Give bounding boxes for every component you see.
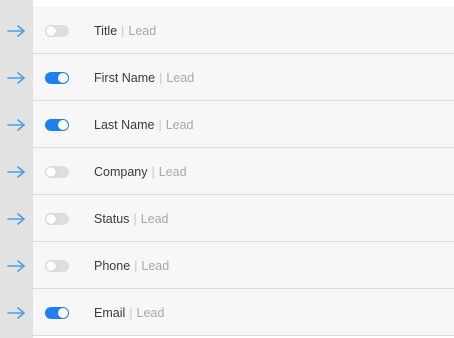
field-row: Company | Lead xyxy=(0,148,454,195)
arrow-right-icon[interactable] xyxy=(6,306,28,320)
field-row: Title | Lead xyxy=(0,7,454,54)
field-label: Phone | Lead xyxy=(94,259,169,273)
field-toggle[interactable] xyxy=(45,24,69,37)
field-row-content: Title | Lead xyxy=(33,7,454,54)
label-separator: | xyxy=(151,164,155,179)
field-row-content: Email | Lead xyxy=(33,289,454,336)
field-row: First Name | Lead xyxy=(0,54,454,101)
label-separator: | xyxy=(134,258,138,273)
arrow-right-icon[interactable] xyxy=(6,24,28,38)
toggle-knob xyxy=(46,260,56,271)
field-row: Last Name | Lead xyxy=(0,101,454,148)
field-toggle[interactable] xyxy=(45,212,69,225)
field-name: Email xyxy=(94,305,126,320)
toggle-knob xyxy=(58,307,68,318)
field-row-content: Last Name | Lead xyxy=(33,101,454,148)
object-name: Lead xyxy=(141,258,170,273)
field-row-content: First Name | Lead xyxy=(33,54,454,101)
field-name: First Name xyxy=(94,70,156,85)
field-toggle[interactable] xyxy=(45,259,69,272)
field-name: Title xyxy=(94,23,118,38)
object-name: Lead xyxy=(140,211,169,226)
field-toggle[interactable] xyxy=(45,306,69,319)
field-row: Email | Lead xyxy=(0,289,454,336)
arrow-right-icon[interactable] xyxy=(6,165,28,179)
arrow-right-icon[interactable] xyxy=(6,71,28,85)
field-label: Last Name | Lead xyxy=(94,118,194,132)
toggle-knob xyxy=(46,213,56,224)
field-row-content: Company | Lead xyxy=(33,148,454,195)
toggle-knob xyxy=(46,166,56,177)
object-name: Lead xyxy=(128,23,157,38)
field-row-content: Phone | Lead xyxy=(33,242,454,289)
field-toggle[interactable] xyxy=(45,118,69,131)
field-name: Status xyxy=(94,211,130,226)
field-label: Title | Lead xyxy=(94,24,156,38)
field-row: Phone | Lead xyxy=(0,242,454,289)
label-separator: | xyxy=(159,70,163,85)
object-name: Lead xyxy=(136,305,165,320)
field-toggle[interactable] xyxy=(45,71,69,84)
label-separator: | xyxy=(129,305,133,320)
field-name: Company xyxy=(94,164,148,179)
toggle-knob xyxy=(46,25,56,36)
row-divider xyxy=(33,335,454,336)
label-separator: | xyxy=(133,211,137,226)
field-row: Status | Lead xyxy=(0,195,454,242)
field-row-content: Status | Lead xyxy=(33,195,454,242)
field-label: First Name | Lead xyxy=(94,71,194,85)
arrow-right-icon[interactable] xyxy=(6,212,28,226)
object-name: Lead xyxy=(166,70,195,85)
label-separator: | xyxy=(158,117,162,132)
object-name: Lead xyxy=(158,164,187,179)
field-label: Status | Lead xyxy=(94,212,169,226)
field-label: Email | Lead xyxy=(94,306,164,320)
arrow-right-icon[interactable] xyxy=(6,118,28,132)
toggle-knob xyxy=(58,119,68,130)
object-name: Lead xyxy=(165,117,194,132)
toggle-knob xyxy=(58,72,68,83)
label-separator: | xyxy=(121,23,125,38)
arrow-right-icon[interactable] xyxy=(6,259,28,273)
field-name: Last Name xyxy=(94,117,155,132)
field-mapping-list: Title | Lead First Name | Lead Last Name | Lea… xyxy=(0,0,454,338)
field-toggle[interactable] xyxy=(45,165,69,178)
field-name: Phone xyxy=(94,258,131,273)
field-label: Company | Lead xyxy=(94,165,187,179)
